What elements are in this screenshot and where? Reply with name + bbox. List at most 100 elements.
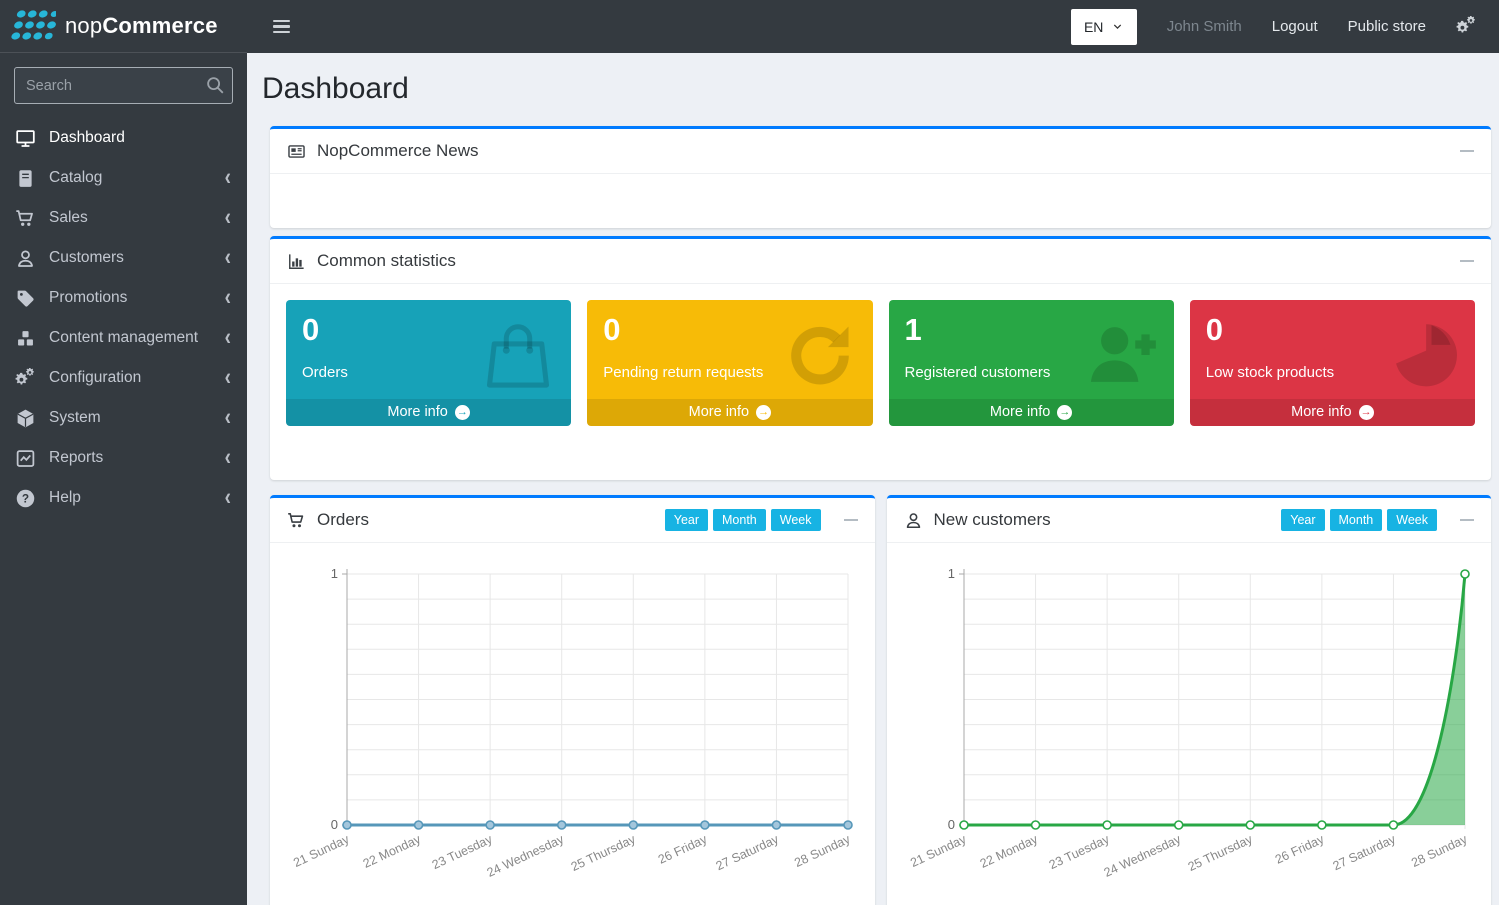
content: Dashboard NopCommerce News Common bbox=[247, 53, 1499, 905]
circle-arrow-right-icon: → bbox=[1057, 405, 1072, 420]
collapse-button[interactable] bbox=[1460, 519, 1474, 522]
search-input[interactable] bbox=[14, 67, 233, 104]
svg-text:28 Sunday: 28 Sunday bbox=[1409, 832, 1470, 870]
chevron-left-icon: ‹ bbox=[225, 449, 231, 467]
gears-icon bbox=[15, 368, 36, 389]
year-button[interactable]: Year bbox=[665, 509, 708, 531]
collapse-button[interactable] bbox=[844, 519, 858, 522]
brand[interactable]: nopCommerce bbox=[0, 0, 247, 53]
common-statistics-panel: Common statistics 0 Orders More info → bbox=[270, 236, 1491, 480]
svg-text:26 Friday: 26 Friday bbox=[1272, 832, 1326, 867]
sidebar-item-dashboard[interactable]: Dashboard bbox=[0, 118, 247, 158]
svg-text:21 Sunday: 21 Sunday bbox=[291, 832, 352, 870]
chevron-left-icon: ‹ bbox=[225, 289, 231, 307]
cart-icon bbox=[15, 208, 36, 229]
chevron-left-icon: ‹ bbox=[225, 369, 231, 387]
hamburger-menu-icon[interactable] bbox=[271, 16, 292, 38]
sidebar-item-reports[interactable]: Reports ‹ bbox=[0, 438, 247, 478]
sidebar-item-label: System bbox=[49, 409, 101, 427]
collapse-button[interactable] bbox=[1460, 260, 1474, 263]
stat-box-orders: 0 Orders More info → bbox=[286, 300, 571, 426]
circle-arrow-right-icon: → bbox=[756, 405, 771, 420]
stat-box-registered-customers: 1 Registered customers More info → bbox=[889, 300, 1174, 426]
stat-label: Registered customers bbox=[905, 364, 1158, 381]
stat-box-low-stock: 0 Low stock products More info → bbox=[1190, 300, 1475, 426]
new-customers-chart-body: 1021 Sunday22 Monday23 Tuesday24 Wednesd… bbox=[887, 543, 1492, 883]
year-button[interactable]: Year bbox=[1281, 509, 1324, 531]
sidebar-item-system[interactable]: System ‹ bbox=[0, 398, 247, 438]
cubes-icon bbox=[15, 328, 36, 349]
chevron-left-icon: ‹ bbox=[225, 169, 231, 187]
svg-text:22 Monday: 22 Monday bbox=[977, 832, 1040, 871]
common-statistics-header: Common statistics bbox=[270, 239, 1491, 284]
sidebar-item-label: Sales bbox=[49, 209, 88, 227]
logout-link[interactable]: Logout bbox=[1272, 18, 1318, 35]
stat-boxes-row: 0 Orders More info → 0 Pending return re… bbox=[270, 284, 1491, 480]
sidebar-item-label: Content management bbox=[49, 329, 198, 347]
bar-chart-icon bbox=[287, 252, 306, 271]
svg-text:27 Saturday: 27 Saturday bbox=[714, 832, 782, 873]
language-select[interactable]: EN bbox=[1071, 9, 1137, 45]
public-store-link[interactable]: Public store bbox=[1348, 18, 1426, 35]
chevron-left-icon: ‹ bbox=[225, 249, 231, 267]
sidebar-item-content-management[interactable]: Content management ‹ bbox=[0, 318, 247, 358]
circle-arrow-right-icon: → bbox=[1359, 405, 1374, 420]
more-info-link[interactable]: More info → bbox=[587, 399, 872, 426]
main-area: EN John Smith Logout Public store Dashbo… bbox=[247, 0, 1499, 905]
chart-line-icon bbox=[15, 448, 36, 469]
svg-text:1: 1 bbox=[331, 566, 338, 581]
month-button[interactable]: Month bbox=[713, 509, 766, 531]
sidebar-item-configuration[interactable]: Configuration ‹ bbox=[0, 358, 247, 398]
more-info-link[interactable]: More info → bbox=[889, 399, 1174, 426]
search-icon[interactable] bbox=[204, 74, 226, 96]
sidebar-item-customers[interactable]: Customers ‹ bbox=[0, 238, 247, 278]
common-statistics-title: Common statistics bbox=[287, 251, 456, 271]
week-button[interactable]: Week bbox=[771, 509, 821, 531]
orders-chart: 1021 Sunday22 Monday23 Tuesday24 Wednesd… bbox=[286, 551, 859, 883]
sidebar-item-sales[interactable]: Sales ‹ bbox=[0, 198, 247, 238]
more-info-link[interactable]: More info → bbox=[286, 399, 571, 426]
sidebar-item-label: Catalog bbox=[49, 169, 102, 187]
stat-label: Orders bbox=[302, 364, 555, 381]
svg-text:24 Wednesday: 24 Wednesday bbox=[1101, 832, 1183, 880]
week-button[interactable]: Week bbox=[1387, 509, 1437, 531]
user-icon bbox=[15, 248, 36, 269]
sidebar-item-label: Reports bbox=[49, 449, 103, 467]
charts-row: Orders Year Month Week 1021 Sunday22 Mon… bbox=[270, 495, 1491, 905]
sidebar-search bbox=[14, 67, 233, 104]
news-panel-body bbox=[270, 174, 1491, 228]
new-customers-chart-title: New customers bbox=[904, 510, 1051, 530]
stat-box-pending-returns: 0 Pending return requests More info → bbox=[587, 300, 872, 426]
app-window: nopCommerce Dashboard Catalog ‹ Sales ‹ bbox=[0, 0, 1499, 905]
sidebar-item-label: Customers bbox=[49, 249, 124, 267]
user-icon bbox=[904, 511, 923, 530]
chevron-down-icon bbox=[1112, 21, 1123, 32]
topbar: EN John Smith Logout Public store bbox=[247, 0, 1499, 53]
svg-text:24 Wednesday: 24 Wednesday bbox=[485, 832, 567, 880]
svg-text:27 Saturday: 27 Saturday bbox=[1330, 832, 1398, 873]
orders-period-buttons: Year Month Week bbox=[665, 509, 821, 531]
stat-value: 1 bbox=[905, 313, 1158, 347]
nopcommerce-logo-icon bbox=[10, 7, 56, 45]
month-button[interactable]: Month bbox=[1330, 509, 1383, 531]
circle-arrow-right-icon: → bbox=[455, 405, 470, 420]
stat-label: Low stock products bbox=[1206, 364, 1459, 381]
news-panel-title: NopCommerce News bbox=[287, 141, 479, 161]
sidebar-item-label: Dashboard bbox=[49, 129, 125, 147]
collapse-button[interactable] bbox=[1460, 150, 1474, 153]
sidebar-item-label: Promotions bbox=[49, 289, 127, 307]
sidebar-item-catalog[interactable]: Catalog ‹ bbox=[0, 158, 247, 198]
monitor-icon bbox=[15, 128, 36, 149]
sidebar-item-help[interactable]: Help ‹ bbox=[0, 478, 247, 518]
stat-value: 0 bbox=[302, 313, 555, 347]
settings-gears-icon[interactable] bbox=[1456, 16, 1477, 37]
new-customers-chart-panel: New customers Year Month Week 1021 Sunda… bbox=[887, 495, 1492, 905]
customers-period-buttons: Year Month Week bbox=[1281, 509, 1437, 531]
sidebar-item-promotions[interactable]: Promotions ‹ bbox=[0, 278, 247, 318]
page-title: Dashboard bbox=[262, 71, 1491, 106]
svg-text:21 Sunday: 21 Sunday bbox=[908, 832, 969, 870]
news-panel-header: NopCommerce News bbox=[270, 129, 1491, 174]
stat-value: 0 bbox=[1206, 313, 1459, 347]
more-info-link[interactable]: More info → bbox=[1190, 399, 1475, 426]
chevron-left-icon: ‹ bbox=[225, 489, 231, 507]
